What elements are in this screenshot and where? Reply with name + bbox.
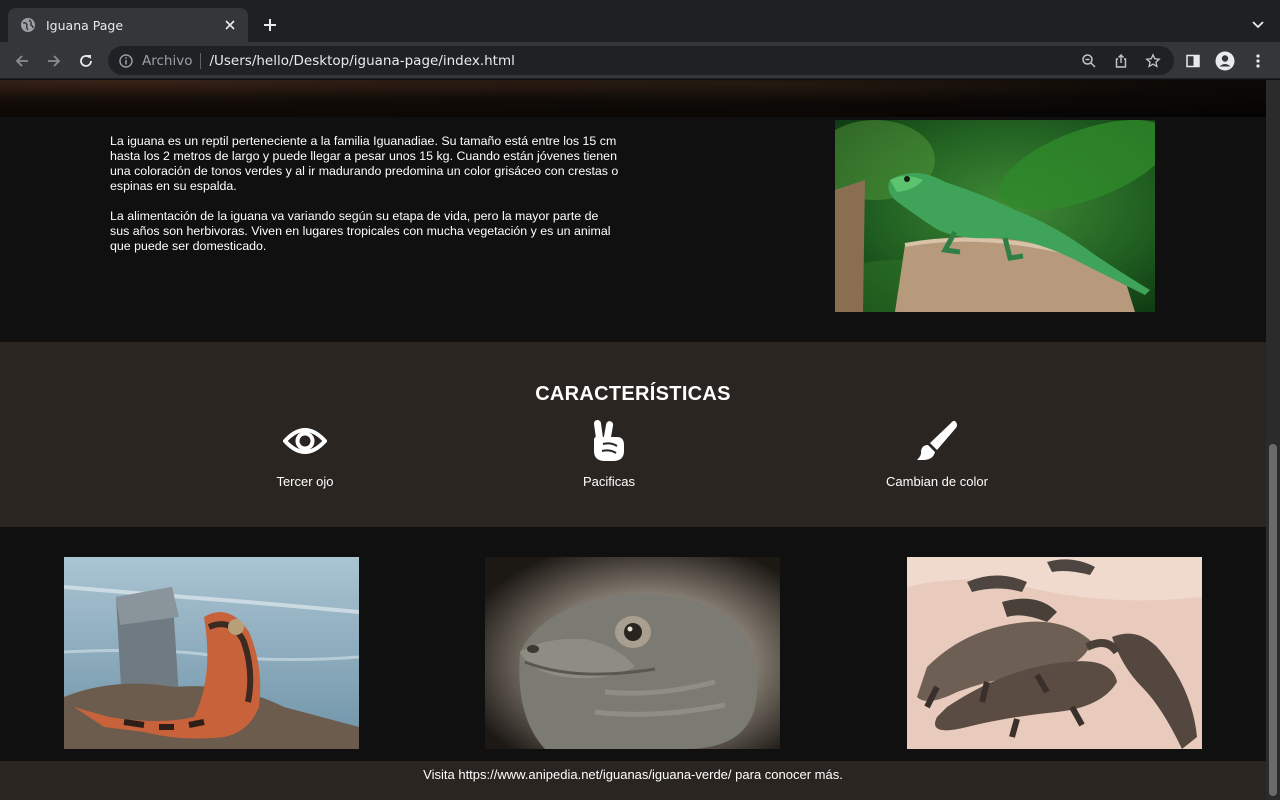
- share-icon[interactable]: [1110, 50, 1132, 72]
- feature-label: Pacificas: [582, 474, 636, 489]
- browser-toolbar: Archivo /Users/hello/Desktop/iguana-page…: [0, 42, 1280, 79]
- page-viewport: La iguana es un reptil perteneciente a l…: [0, 80, 1266, 800]
- feature-peaceful: Pacificas: [499, 419, 719, 489]
- intro-text: La iguana es un reptil perteneciente a l…: [110, 134, 620, 254]
- browser-tab[interactable]: Iguana Page: [8, 8, 248, 42]
- vertical-scrollbar[interactable]: [1266, 80, 1280, 800]
- photo-gallery: [0, 527, 1266, 762]
- more-menu-icon[interactable]: [1247, 50, 1269, 72]
- footer-suffix: para conocer más.: [735, 767, 843, 782]
- url-scheme-label: Archivo: [142, 52, 193, 69]
- scrollbar-thumb[interactable]: [1269, 444, 1277, 796]
- intro-paragraph-1: La iguana es un reptil perteneciente a l…: [110, 134, 619, 193]
- feature-label: Tercer ojo: [276, 474, 334, 489]
- side-panel-icon[interactable]: [1182, 50, 1204, 72]
- feature-color-change: Cambian de color: [827, 419, 1047, 489]
- back-arrow-icon[interactable]: [10, 49, 34, 73]
- zoom-icon[interactable]: [1078, 50, 1100, 72]
- tab-title: Iguana Page: [46, 17, 124, 33]
- forward-arrow-icon[interactable]: [42, 49, 66, 73]
- reload-icon[interactable]: [74, 49, 98, 73]
- feature-label: Cambian de color: [886, 474, 988, 489]
- iguana-face-closeup-photo: [485, 557, 780, 749]
- peace-hand-icon: [499, 419, 719, 463]
- url-text[interactable]: /Users/hello/Desktop/iguana-page/index.h…: [209, 53, 514, 69]
- footer-prefix: Visita: [423, 767, 455, 782]
- new-tab-button[interactable]: [259, 14, 281, 36]
- bookmark-star-icon[interactable]: [1142, 50, 1164, 72]
- eye-icon: [195, 419, 415, 463]
- globe-icon: [20, 17, 36, 33]
- hero-banner-bottom: [0, 80, 1266, 117]
- profile-avatar-icon[interactable]: [1214, 50, 1236, 72]
- tab-search-chevron-icon[interactable]: [1248, 15, 1268, 35]
- url-separator: [200, 52, 202, 69]
- features-section: CARACTERÍSTICAS Tercer ojo Pacificas Cam…: [0, 342, 1266, 527]
- info-icon[interactable]: [118, 53, 134, 69]
- address-bar[interactable]: Archivo /Users/hello/Desktop/iguana-page…: [108, 46, 1174, 75]
- iguana-by-water-photo: [64, 557, 359, 749]
- paintbrush-icon: [827, 419, 1047, 463]
- footer: Visita https://www.anipedia.net/iguanas/…: [0, 761, 1266, 800]
- intro-paragraph-2: La alimentación de la iguana va variando…: [110, 209, 611, 253]
- green-iguana-photo: [835, 120, 1155, 312]
- intro-section: La iguana es un reptil perteneciente a l…: [0, 117, 1266, 342]
- close-tab-icon[interactable]: [222, 17, 238, 33]
- footer-link[interactable]: https://www.anipedia.net/iguanas/iguana-…: [458, 767, 731, 782]
- iguanas-on-sand-photo: [907, 557, 1202, 749]
- features-title: CARACTERÍSTICAS: [535, 383, 731, 405]
- tab-strip: Iguana Page: [0, 0, 1280, 42]
- feature-third-eye: Tercer ojo: [195, 419, 415, 489]
